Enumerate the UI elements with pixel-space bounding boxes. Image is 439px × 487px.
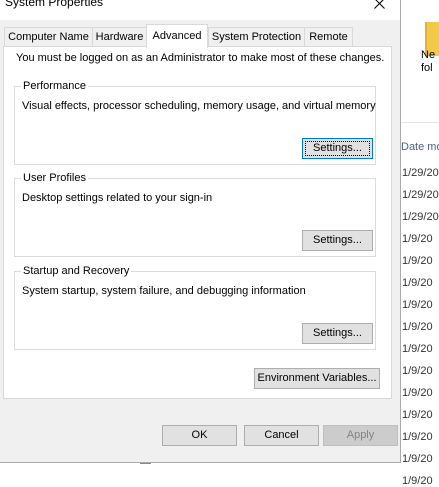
close-icon [374, 0, 385, 9]
startup-recovery-legend: Startup and Recovery [21, 265, 132, 277]
focus-ring [305, 141, 370, 156]
file-date-cell: 1/9/20 [402, 453, 433, 465]
user-profiles-legend: User Profiles [21, 172, 88, 184]
new-folder-label: Ne fol [421, 49, 436, 74]
dialog-title: System Properties [5, 0, 104, 9]
performance-settings-button[interactable]: Settings... [302, 138, 373, 159]
cancel-button[interactable]: Cancel [244, 425, 319, 446]
file-date-cell: 1/29/20 [402, 211, 439, 223]
performance-description: Visual effects, processor scheduling, me… [22, 100, 376, 112]
startup-recovery-group: Startup and Recovery System startup, sys… [14, 265, 376, 350]
user-profiles-settings-label: Settings... [313, 234, 362, 246]
tab-system-protection[interactable]: System Protection [208, 27, 305, 47]
performance-legend: Performance [21, 80, 88, 92]
file-date-cell: 1/29/20 [402, 167, 439, 179]
apply-label: Apply [346, 429, 375, 441]
performance-group: Performance Visual effects, processor sc… [14, 80, 376, 165]
ribbon-divider [397, 122, 439, 123]
user-profiles-description: Desktop settings related to your sign-in [22, 192, 213, 204]
file-date-cell: 1/9/20 [402, 387, 433, 399]
system-properties-dialog: System Properties Computer Name Hardware… [0, 0, 401, 463]
startup-recovery-settings-label: Settings... [313, 327, 362, 339]
ok-label: OK [191, 429, 208, 441]
title-bar[interactable]: System Properties [0, 0, 400, 20]
file-date-cell: 1/9/20 [402, 233, 433, 245]
startup-recovery-settings-button[interactable]: Settings... [302, 323, 373, 344]
file-date-cell: 1/9/20 [402, 431, 433, 443]
file-date-cell: 1/9/20 [402, 255, 433, 267]
ok-button[interactable]: OK [162, 425, 237, 446]
tab-hardware[interactable]: Hardware [92, 27, 147, 47]
file-date-cell: 1/9/20 [402, 321, 433, 333]
advanced-tab-panel: You must be logged on as an Administrato… [3, 46, 392, 399]
environment-variables-button[interactable]: Environment Variables... [254, 368, 380, 389]
file-date-cell: 1/9/20 [402, 343, 433, 355]
user-profiles-group: User Profiles Desktop settings related t… [14, 172, 376, 257]
apply-button[interactable]: Apply [323, 425, 398, 446]
file-date-cell: 1/9/20 [402, 299, 433, 311]
file-date-cell: 1/9/20 [402, 475, 433, 487]
startup-recovery-description: System startup, system failure, and debu… [22, 285, 306, 297]
date-modified-column-header[interactable]: Date mo [401, 141, 439, 153]
administrator-note: You must be logged on as an Administrato… [16, 52, 385, 64]
tab-computer-name[interactable]: Computer Name [4, 27, 93, 47]
file-date-cell: 1/9/20 [402, 409, 433, 421]
tab-remote[interactable]: Remote [304, 27, 353, 47]
user-profiles-settings-button[interactable]: Settings... [302, 230, 373, 251]
tab-advanced[interactable]: Advanced [146, 24, 208, 48]
environment-variables-label: Environment Variables... [257, 372, 377, 384]
cancel-label: Cancel [264, 429, 299, 441]
file-date-cell: 1/29/20 [402, 189, 439, 201]
file-date-cell: 1/9/20 [402, 277, 433, 289]
file-date-cell: 1/9/20 [402, 365, 433, 377]
close-button[interactable] [360, 0, 400, 20]
